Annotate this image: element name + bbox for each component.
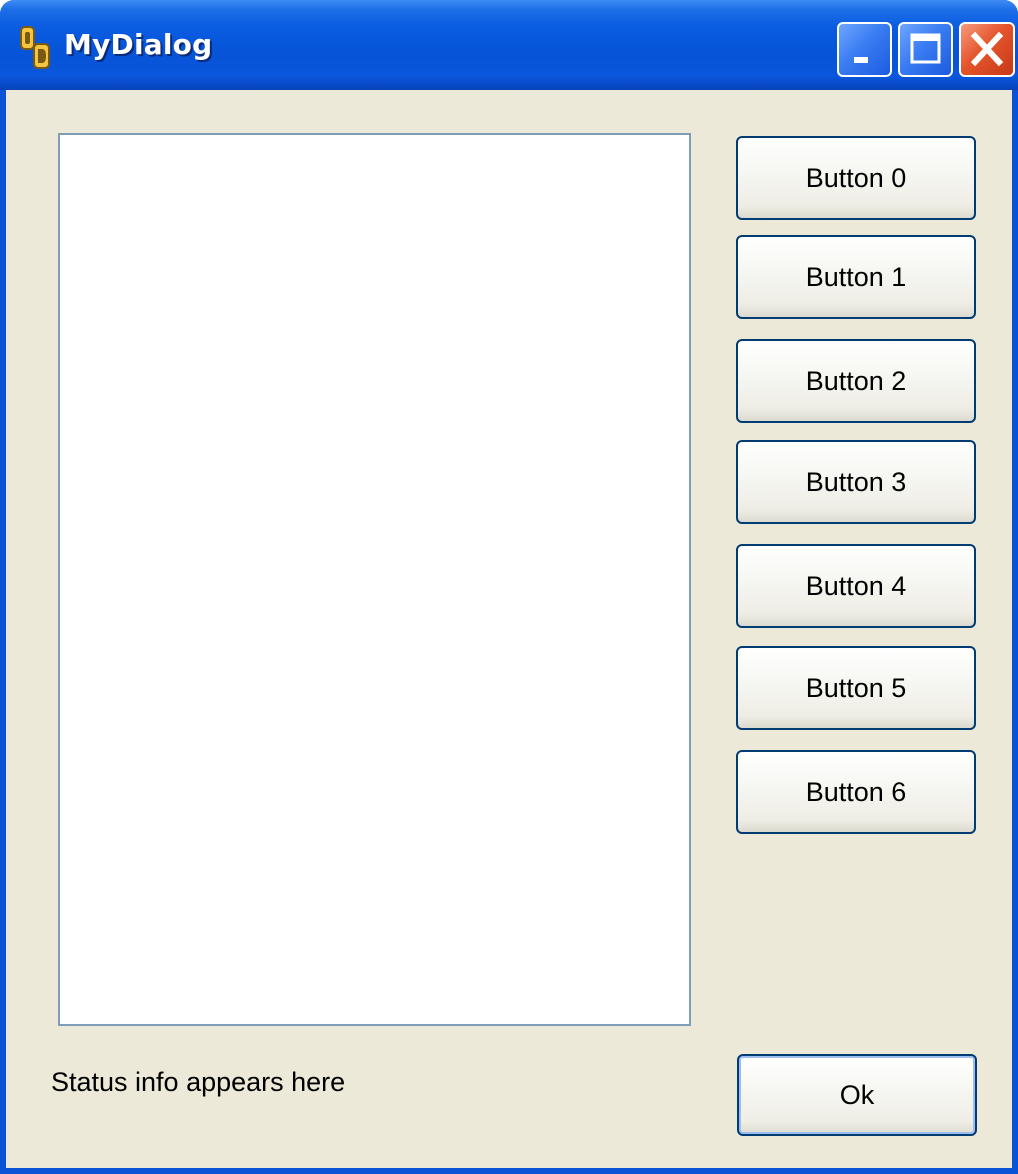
dialog-window: MyDialog Button 0 Button 1 Button 2 Butt… (0, 0, 1018, 1174)
list-box[interactable] (58, 133, 691, 1026)
app-icon (18, 24, 58, 70)
title-bar[interactable]: MyDialog (0, 0, 1018, 90)
button-4[interactable]: Button 4 (736, 544, 976, 628)
close-icon (970, 31, 1004, 67)
minimize-button[interactable] (837, 22, 892, 77)
status-text: Status info appears here (51, 1067, 346, 1097)
close-button[interactable] (959, 22, 1015, 77)
button-0[interactable]: Button 0 (736, 136, 976, 220)
maximize-icon (910, 33, 941, 64)
maximize-button[interactable] (898, 22, 953, 77)
button-5[interactable]: Button 5 (736, 646, 976, 730)
dialog-client-area: Button 0 Button 1 Button 2 Button 3 Butt… (6, 90, 1012, 1168)
button-3[interactable]: Button 3 (736, 440, 976, 524)
button-1[interactable]: Button 1 (736, 235, 976, 319)
button-2[interactable]: Button 2 (736, 339, 976, 423)
button-6[interactable]: Button 6 (736, 750, 976, 834)
minimize-icon (854, 57, 868, 63)
window-title: MyDialog (64, 28, 213, 61)
ok-button[interactable]: Ok (737, 1054, 977, 1136)
